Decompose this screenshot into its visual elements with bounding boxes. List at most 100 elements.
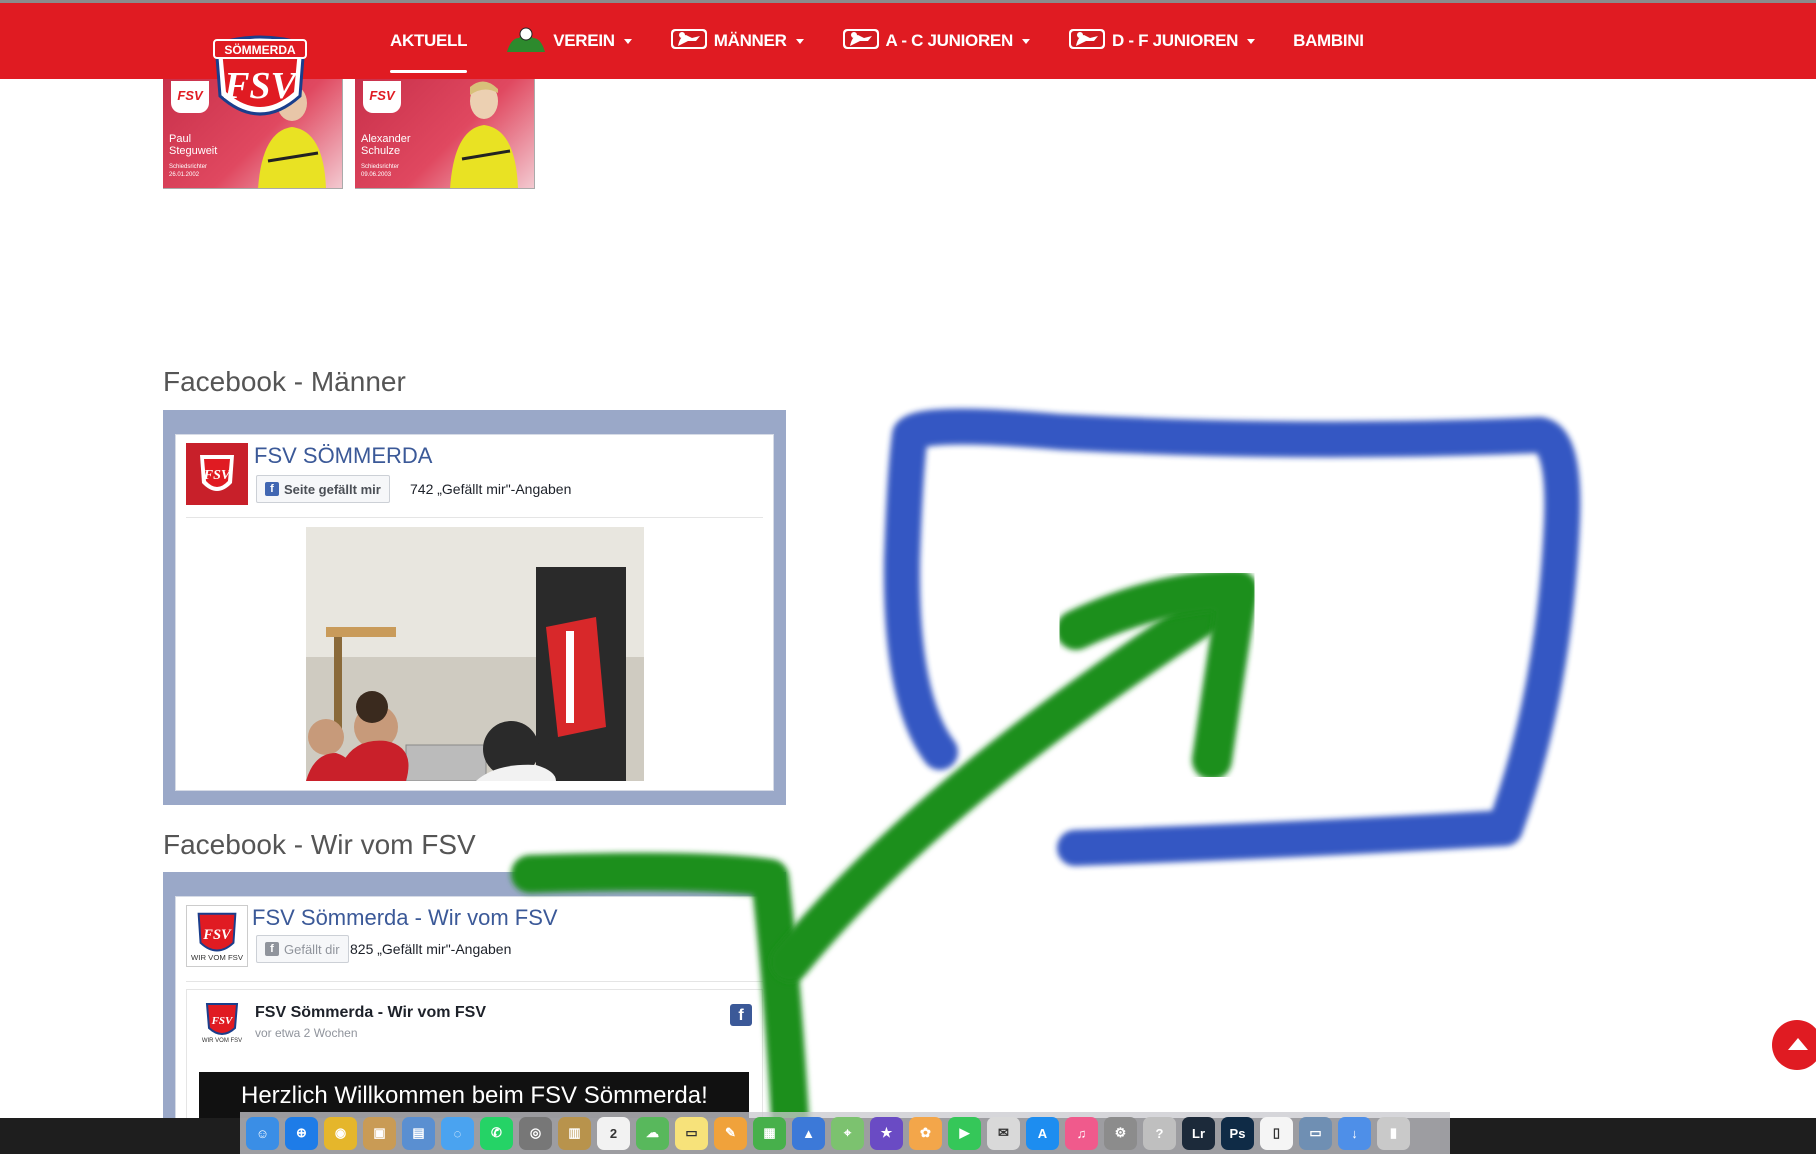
post-author-avatar: FSV WIR VOM FSV [199, 1000, 245, 1046]
chevron-down-icon [795, 38, 804, 44]
itunes-icon[interactable]: ♫ [1065, 1116, 1098, 1150]
post-timestamp[interactable]: vor etwa 2 Wochen [255, 1026, 358, 1040]
keynote-icon[interactable]: ▲ [792, 1116, 825, 1150]
facebook-widget-inner: FSV FSV SÖMMERDA f Seite gefällt mir 742 … [175, 434, 774, 791]
screenshot-icon[interactable]: ▭ [1299, 1116, 1332, 1150]
divider [186, 981, 763, 982]
facebook-f-icon: f [265, 942, 279, 956]
post-author-name[interactable]: FSV Sömmerda - Wir vom FSV [255, 1004, 486, 1022]
nav-item-bambini[interactable]: BAMBINI [1293, 3, 1364, 79]
like-count: 742 „Gefällt mir"-Angaben [410, 481, 572, 497]
lightroom-icon[interactable]: Lr [1182, 1116, 1215, 1150]
locker-room-video[interactable] [306, 527, 644, 781]
facebook-logo-icon[interactable]: f [730, 1004, 752, 1026]
facebook-widget-wir-vom-fsv: FSV WIR VOM FSV FSV Sömmerda - Wir vom FS… [163, 872, 786, 1130]
pages-icon[interactable]: ✎ [714, 1116, 747, 1150]
section-title-wir-vom-fsv: Facebook - Wir vom FSV [163, 829, 476, 860]
player-photo [450, 81, 518, 188]
fsv-badge-icon: FSV [171, 81, 209, 113]
bundesliga-icon [842, 26, 880, 57]
document-icon[interactable]: ▯ [1260, 1116, 1293, 1150]
nav-item-a-c-junioren[interactable]: A - C JUNIOREN [842, 3, 1030, 79]
like-page-label: Seite gefällt mir [284, 481, 381, 497]
bundesliga-icon [670, 26, 708, 57]
like-count: 825 „Gefällt mir"-Angaben [350, 941, 512, 957]
logo-main-text: FSV [223, 65, 298, 107]
liked-button[interactable]: f Gefällt dir [256, 935, 349, 963]
logo-top-text: SÖMMERDA [224, 42, 296, 57]
package-icon[interactable]: ▣ [363, 1116, 396, 1150]
facebook-post: FSV WIR VOM FSV FSV Sömmerda - Wir vom FS… [186, 989, 763, 1130]
player-first-name: Paul [169, 133, 192, 145]
mail-icon[interactable]: ✉ [987, 1116, 1020, 1150]
player-last-name: Schulze [361, 145, 401, 157]
player-first-name: Alexander [361, 133, 411, 145]
chevron-down-icon [623, 38, 632, 44]
nav-item-männer[interactable]: MÄNNER [670, 3, 804, 79]
facebook-page-name[interactable]: FSV Sömmerda - Wir vom FSV [252, 905, 558, 931]
club-logo[interactable]: SÖMMERDA FSV [208, 32, 312, 128]
nav-item-verein[interactable]: VEREIN [505, 3, 632, 79]
scroll-to-top-button[interactable] [1772, 1020, 1816, 1070]
nav-item-aktuell[interactable]: AKTUELL [390, 3, 468, 79]
liked-label: Gefällt dir [284, 941, 340, 957]
photoshop-icon[interactable]: Ps [1221, 1116, 1254, 1150]
chrome-icon[interactable]: ◉ [324, 1116, 357, 1150]
bundesliga-icon [1068, 26, 1106, 57]
nav-item-label: A - C JUNIOREN [885, 31, 1014, 50]
facetime-icon[interactable]: ▶ [948, 1116, 981, 1150]
trash-icon[interactable]: ▮ [1377, 1116, 1410, 1150]
nav-item-label: AKTUELL [390, 31, 468, 50]
post-media-area [186, 527, 763, 785]
player-last-name: Steguweit [169, 145, 218, 157]
svg-text:FSV: FSV [211, 1015, 234, 1027]
page-avatar[interactable]: FSV [186, 443, 248, 505]
svg-text:FSV: FSV [202, 927, 232, 943]
page-avatar[interactable]: FSV WIR VOM FSV [186, 905, 248, 967]
facebook-widget-inner: FSV WIR VOM FSV FSV Sömmerda - Wir vom FS… [175, 896, 774, 1130]
cloud-icon[interactable]: ☁ [636, 1116, 669, 1150]
downloads-icon[interactable]: ↓ [1338, 1116, 1371, 1150]
numbers-icon[interactable]: ▦ [753, 1116, 786, 1150]
chevron-down-icon [1247, 38, 1256, 44]
notes-brown-icon[interactable]: ▥ [558, 1116, 591, 1150]
section-title-maenner: Facebook - Männer [163, 366, 406, 397]
nav-item-label: MÄNNER [713, 31, 787, 50]
player-role: Schiedsrichter [361, 164, 400, 170]
messages-icon[interactable]: ◌ [441, 1116, 474, 1150]
nav-item-label: BAMBINI [1293, 31, 1364, 50]
svg-text:WIR VOM FSV: WIR VOM FSV [202, 1038, 242, 1044]
imovie-icon[interactable]: ★ [870, 1116, 903, 1150]
preview-icon[interactable]: ▤ [402, 1116, 435, 1150]
system-preferences-icon[interactable]: ⚙ [1104, 1116, 1137, 1150]
player-date: 09.06.2003 [361, 172, 392, 178]
svg-text:FSV: FSV [203, 468, 232, 483]
team-icon [505, 26, 547, 57]
safari-icon[interactable]: ⊕ [285, 1116, 318, 1150]
facebook-page-name[interactable]: FSV SÖMMERDA [254, 443, 432, 469]
fsv-badge-icon: FSV [363, 81, 401, 113]
calendar-icon[interactable]: 2 [597, 1116, 630, 1150]
player-date: 26.01.2002 [169, 172, 200, 178]
player-role: Schiedsrichter [169, 164, 208, 170]
app-store-icon[interactable]: A [1026, 1116, 1059, 1150]
finder-icon[interactable]: ☺ [246, 1116, 279, 1150]
nav-item-label: D - F JUNIOREN [1111, 31, 1239, 50]
nav-menu: AKTUELL VEREIN MÄNNER A - C JUNIOREN D - F J… [390, 3, 1402, 79]
like-page-button[interactable]: f Seite gefällt mir [256, 475, 390, 503]
nav-item-label: VEREIN [553, 31, 615, 50]
help-icon[interactable]: ? [1143, 1116, 1176, 1150]
macos-dock: ☺ ⊕ ◉ ▣ ▤ ◌ ✆ ◎ ▥ 2 ☁ ▭ ✎ ▦ ▲ ⌖ ★ ✿ ▶ ✉ A ♫ ⚙? Lr Ps ▯ ▭ ↓ ▮ [240, 1112, 1450, 1154]
facebook-f-icon: f [265, 482, 279, 496]
disk-utility-icon[interactable]: ◎ [519, 1116, 552, 1150]
player-card-2[interactable]: FSV Alexander Schulze Schiedsrichter 09.06… [355, 79, 535, 189]
notes-icon[interactable]: ▭ [675, 1116, 708, 1150]
nav-item-d-f-junioren[interactable]: D - F JUNIOREN [1068, 3, 1256, 79]
divider [186, 517, 763, 518]
facebook-widget-maenner: FSV FSV SÖMMERDA f Seite gefällt mir 742 … [163, 410, 786, 805]
maps-icon[interactable]: ⌖ [831, 1116, 864, 1150]
svg-text:WIR VOM FSV: WIR VOM FSV [191, 953, 244, 962]
whatsapp-icon[interactable]: ✆ [480, 1116, 513, 1150]
chevron-down-icon [1021, 38, 1030, 44]
photos-icon[interactable]: ✿ [909, 1116, 942, 1150]
